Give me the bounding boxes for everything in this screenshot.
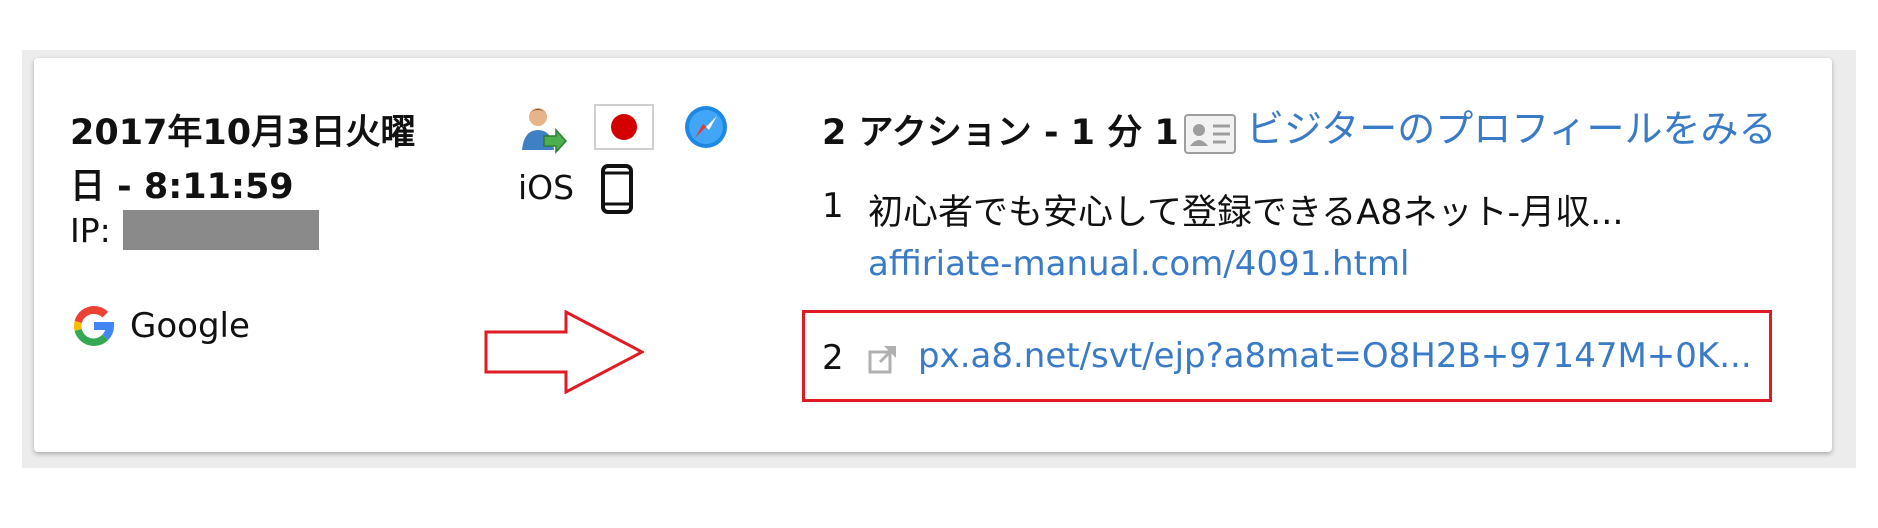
action-page-url[interactable]: affiriate-manual.com/4091.html <box>868 244 1409 284</box>
action-number: 1 <box>822 186 844 226</box>
smartphone-icon <box>601 164 633 214</box>
action-number: 2 <box>822 338 844 378</box>
os-label: iOS <box>518 168 575 207</box>
ip-label: IP: <box>70 210 111 250</box>
returning-visitor-icon <box>522 108 568 154</box>
ip-redacted <box>122 210 319 250</box>
action-page-title: 初心者でも安心して登録できるA8ネット-月収... <box>868 193 1624 233</box>
visit-datetime: 2017年10月3日火曜日 - 8:11:59 <box>70 113 416 207</box>
outlink-url[interactable]: px.a8.net/svt/ejp?a8mat=O8H2B+97147M+0K.… <box>918 336 1752 376</box>
safari-icon <box>685 106 727 148</box>
google-icon <box>73 305 114 346</box>
japan-flag-icon <box>594 104 654 150</box>
visitor-profile-link[interactable]: ビジターのプロフィールをみる <box>1246 100 1776 158</box>
referrer[interactable]: Google <box>70 302 250 350</box>
referrer-name: Google <box>130 306 250 346</box>
actions-summary: 2 アクション - 1 分 1 <box>822 113 1179 153</box>
visitor-profile-icon[interactable] <box>1184 114 1236 154</box>
ip-row: IP: <box>70 210 319 250</box>
annotation-arrow <box>484 310 644 394</box>
external-link-icon <box>868 346 896 374</box>
